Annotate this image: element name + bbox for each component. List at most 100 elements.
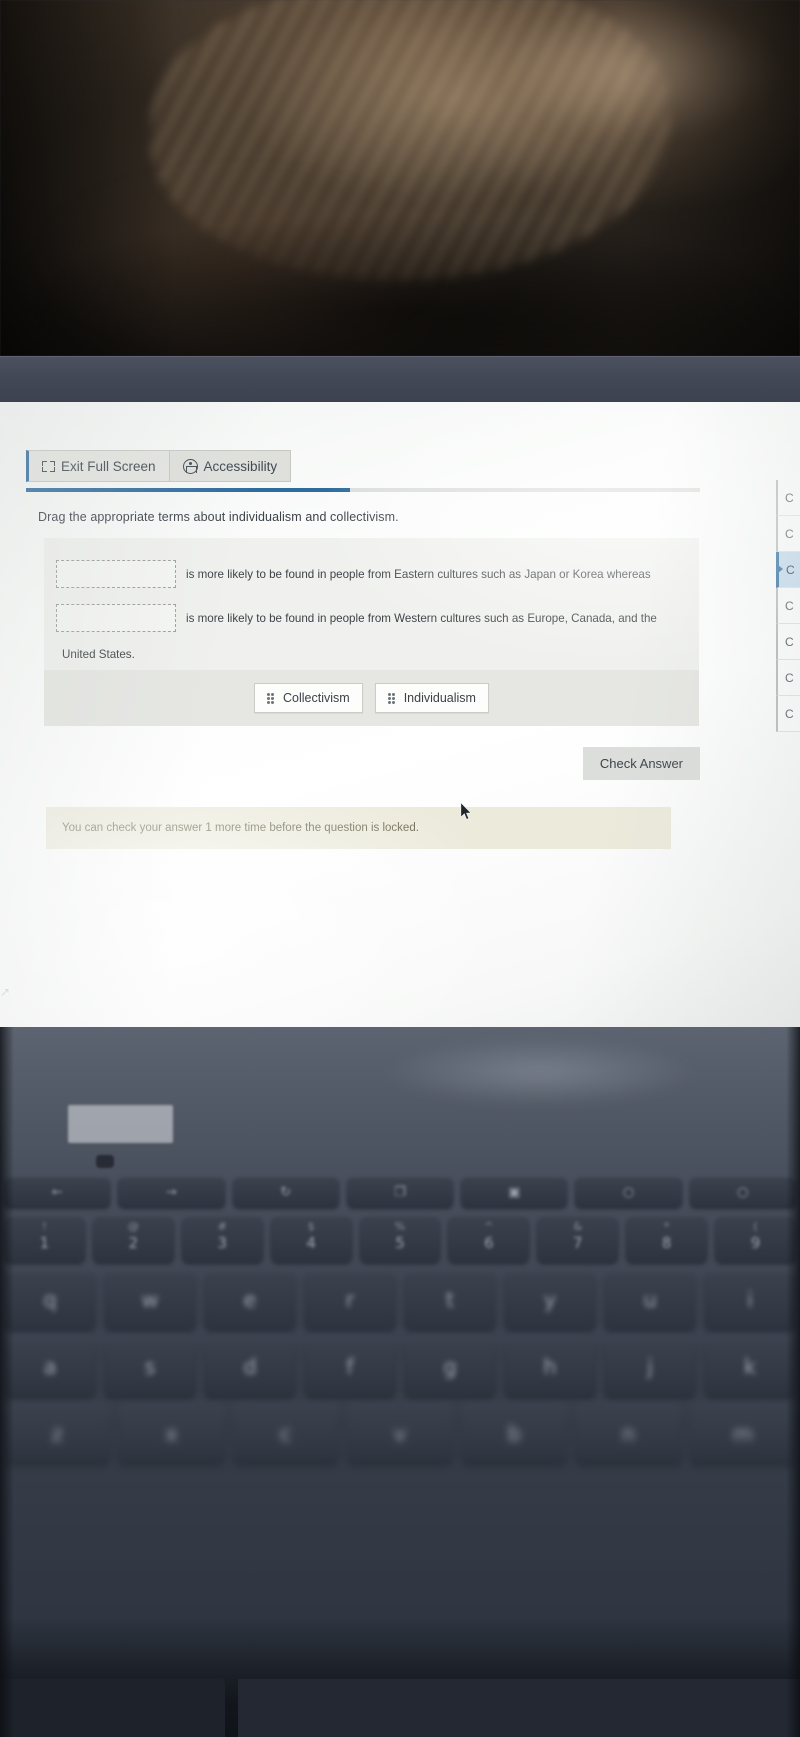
key-main-label: x (165, 1422, 178, 1446)
key-main-label: ○ (622, 1184, 635, 1200)
letter-key-4[interactable]: g (404, 1338, 496, 1396)
num-key-7[interactable]: * 8 (626, 1216, 708, 1262)
letter-key-6[interactable]: u (604, 1271, 696, 1329)
drop-zone-1[interactable] (56, 560, 176, 588)
hinge-label-blur (68, 1105, 173, 1143)
letter-key-3[interactable]: r (304, 1271, 396, 1329)
num-key-4[interactable]: % 5 (359, 1216, 441, 1262)
key-main-label: ← (51, 1184, 63, 1200)
key-main-label: ❐ (394, 1184, 406, 1200)
fn-key-4[interactable]: ▣ (461, 1177, 568, 1207)
blanket-blur (150, 0, 670, 280)
letter-key-1[interactable]: s (104, 1338, 196, 1396)
sidebar-item-5[interactable]: C (776, 660, 800, 696)
key-sup-label: $ (307, 1220, 315, 1233)
key-sup-label: & (573, 1220, 583, 1233)
key-main-label: z (51, 1422, 63, 1446)
sidebar-item-3[interactable]: C (776, 588, 800, 624)
key-main-label: ↻ (280, 1184, 292, 1200)
fn-key-3[interactable]: ❐ (346, 1177, 454, 1207)
letter-key-7[interactable]: k (704, 1338, 796, 1396)
key-main-label: q (43, 1288, 57, 1312)
sidebar-item-0[interactable]: C (776, 480, 800, 516)
key-sup-label: ^ (484, 1220, 494, 1233)
letter-key-5[interactable]: h (504, 1338, 596, 1396)
letter-key-3[interactable]: f (304, 1338, 396, 1396)
keyboard-row-bottom: z x cvb n m (0, 1405, 800, 1463)
num-key-2[interactable]: #3 (181, 1216, 263, 1262)
num-key-5[interactable]: ^ 6 (448, 1216, 530, 1262)
letter-key-5[interactable]: y (504, 1271, 596, 1329)
sidebar-item-4[interactable]: C (776, 624, 800, 660)
letter-key-2[interactable]: e (204, 1271, 296, 1329)
key-main-label: m (732, 1422, 754, 1446)
question-panel: is more likely to be found in people fro… (44, 538, 699, 679)
pillow-blur (500, 0, 780, 140)
key-main-label: i (747, 1288, 753, 1312)
key-main-label: a (43, 1355, 57, 1379)
fn-key-6[interactable]: ○ (689, 1177, 796, 1207)
sidebar-item-label: C (785, 598, 794, 613)
key-main-label: w (141, 1288, 159, 1312)
num-key-1[interactable]: @2 (92, 1216, 174, 1262)
palm-rest-right (238, 1679, 800, 1737)
sidebar-item-1[interactable]: C (776, 516, 800, 552)
num-key-0[interactable]: ! 1 (4, 1216, 85, 1262)
letter-key-4[interactable]: t (404, 1271, 496, 1329)
letter-key-1[interactable]: w (104, 1271, 196, 1329)
num-key-3[interactable]: $4 (270, 1216, 352, 1262)
fn-key-0[interactable]: ← (4, 1177, 111, 1207)
key-main-label: → (165, 1184, 177, 1200)
key-main-label: 3 (217, 1234, 227, 1252)
base-reflection (380, 1037, 700, 1107)
sidebar-item-label: C (785, 634, 794, 649)
key-main-label: 9 (750, 1234, 761, 1252)
mouse-cursor (460, 802, 472, 820)
letter-key-0[interactable]: z (4, 1405, 111, 1463)
key-main-label: h (543, 1355, 557, 1379)
key-main-label: 1 (39, 1234, 50, 1252)
sidebar-item-2[interactable]: C (776, 552, 800, 588)
key-main-label: n (621, 1422, 636, 1446)
letter-key-0[interactable]: q (4, 1271, 96, 1329)
base-speck (96, 1155, 114, 1168)
num-key-8[interactable]: (9 (715, 1216, 797, 1262)
exit-full-screen-button[interactable]: Exit Full Screen (26, 450, 170, 482)
check-answer-button[interactable]: Check Answer (582, 747, 700, 780)
drop-zone-2[interactable] (56, 604, 176, 632)
letter-key-1[interactable]: x (118, 1405, 225, 1463)
key-main-label: d (243, 1355, 257, 1379)
key-main-label: 6 (484, 1234, 494, 1252)
letter-key-7[interactable]: i (704, 1271, 796, 1329)
key-sup-label: % (394, 1220, 406, 1233)
fn-key-2[interactable]: ↻ (232, 1177, 339, 1207)
accessibility-button[interactable]: Accessibility (169, 450, 292, 482)
letter-key-6[interactable]: m (689, 1405, 796, 1463)
letter-key-3[interactable]: v (346, 1405, 454, 1463)
accessibility-person-icon (182, 458, 198, 474)
draggable-term-collectivism[interactable]: Collectivism (254, 683, 363, 713)
key-sup-label: @ (127, 1220, 139, 1233)
letter-key-4[interactable]: b (461, 1405, 568, 1463)
drag-handle-icon (267, 692, 275, 704)
key-main-label: 7 (573, 1234, 583, 1252)
keyboard-number-row: ! 1 @2 #3 $4% 5 ^ 6 & 7 * 8(9 (0, 1216, 800, 1262)
draggable-term-individualism[interactable]: Individualism (374, 683, 489, 713)
laptop-screen: Exit Full Screen Accessibility Drag the … (0, 402, 800, 1027)
keyboard-row-home: a s d fg h jk (0, 1338, 800, 1396)
word-bank: Collectivism Individualism (44, 670, 699, 726)
sidebar-item-6[interactable]: C (776, 696, 800, 732)
sidebar-item-label: C (785, 526, 794, 541)
fn-key-1[interactable]: → (118, 1177, 225, 1207)
letter-key-0[interactable]: a (4, 1338, 96, 1396)
letter-key-2[interactable]: c (232, 1405, 339, 1463)
fn-key-5[interactable]: ○ (575, 1177, 682, 1207)
key-sup-label: # (217, 1220, 227, 1233)
letter-key-2[interactable]: d (204, 1338, 296, 1396)
num-key-6[interactable]: & 7 (537, 1216, 619, 1262)
letter-key-5[interactable]: n (575, 1405, 682, 1463)
blank-row-1: is more likely to be found in people fro… (56, 560, 681, 588)
letter-key-6[interactable]: j (604, 1338, 696, 1396)
exit-full-screen-label: Exit Full Screen (61, 458, 156, 474)
photo-vignette-right (786, 1027, 800, 1737)
